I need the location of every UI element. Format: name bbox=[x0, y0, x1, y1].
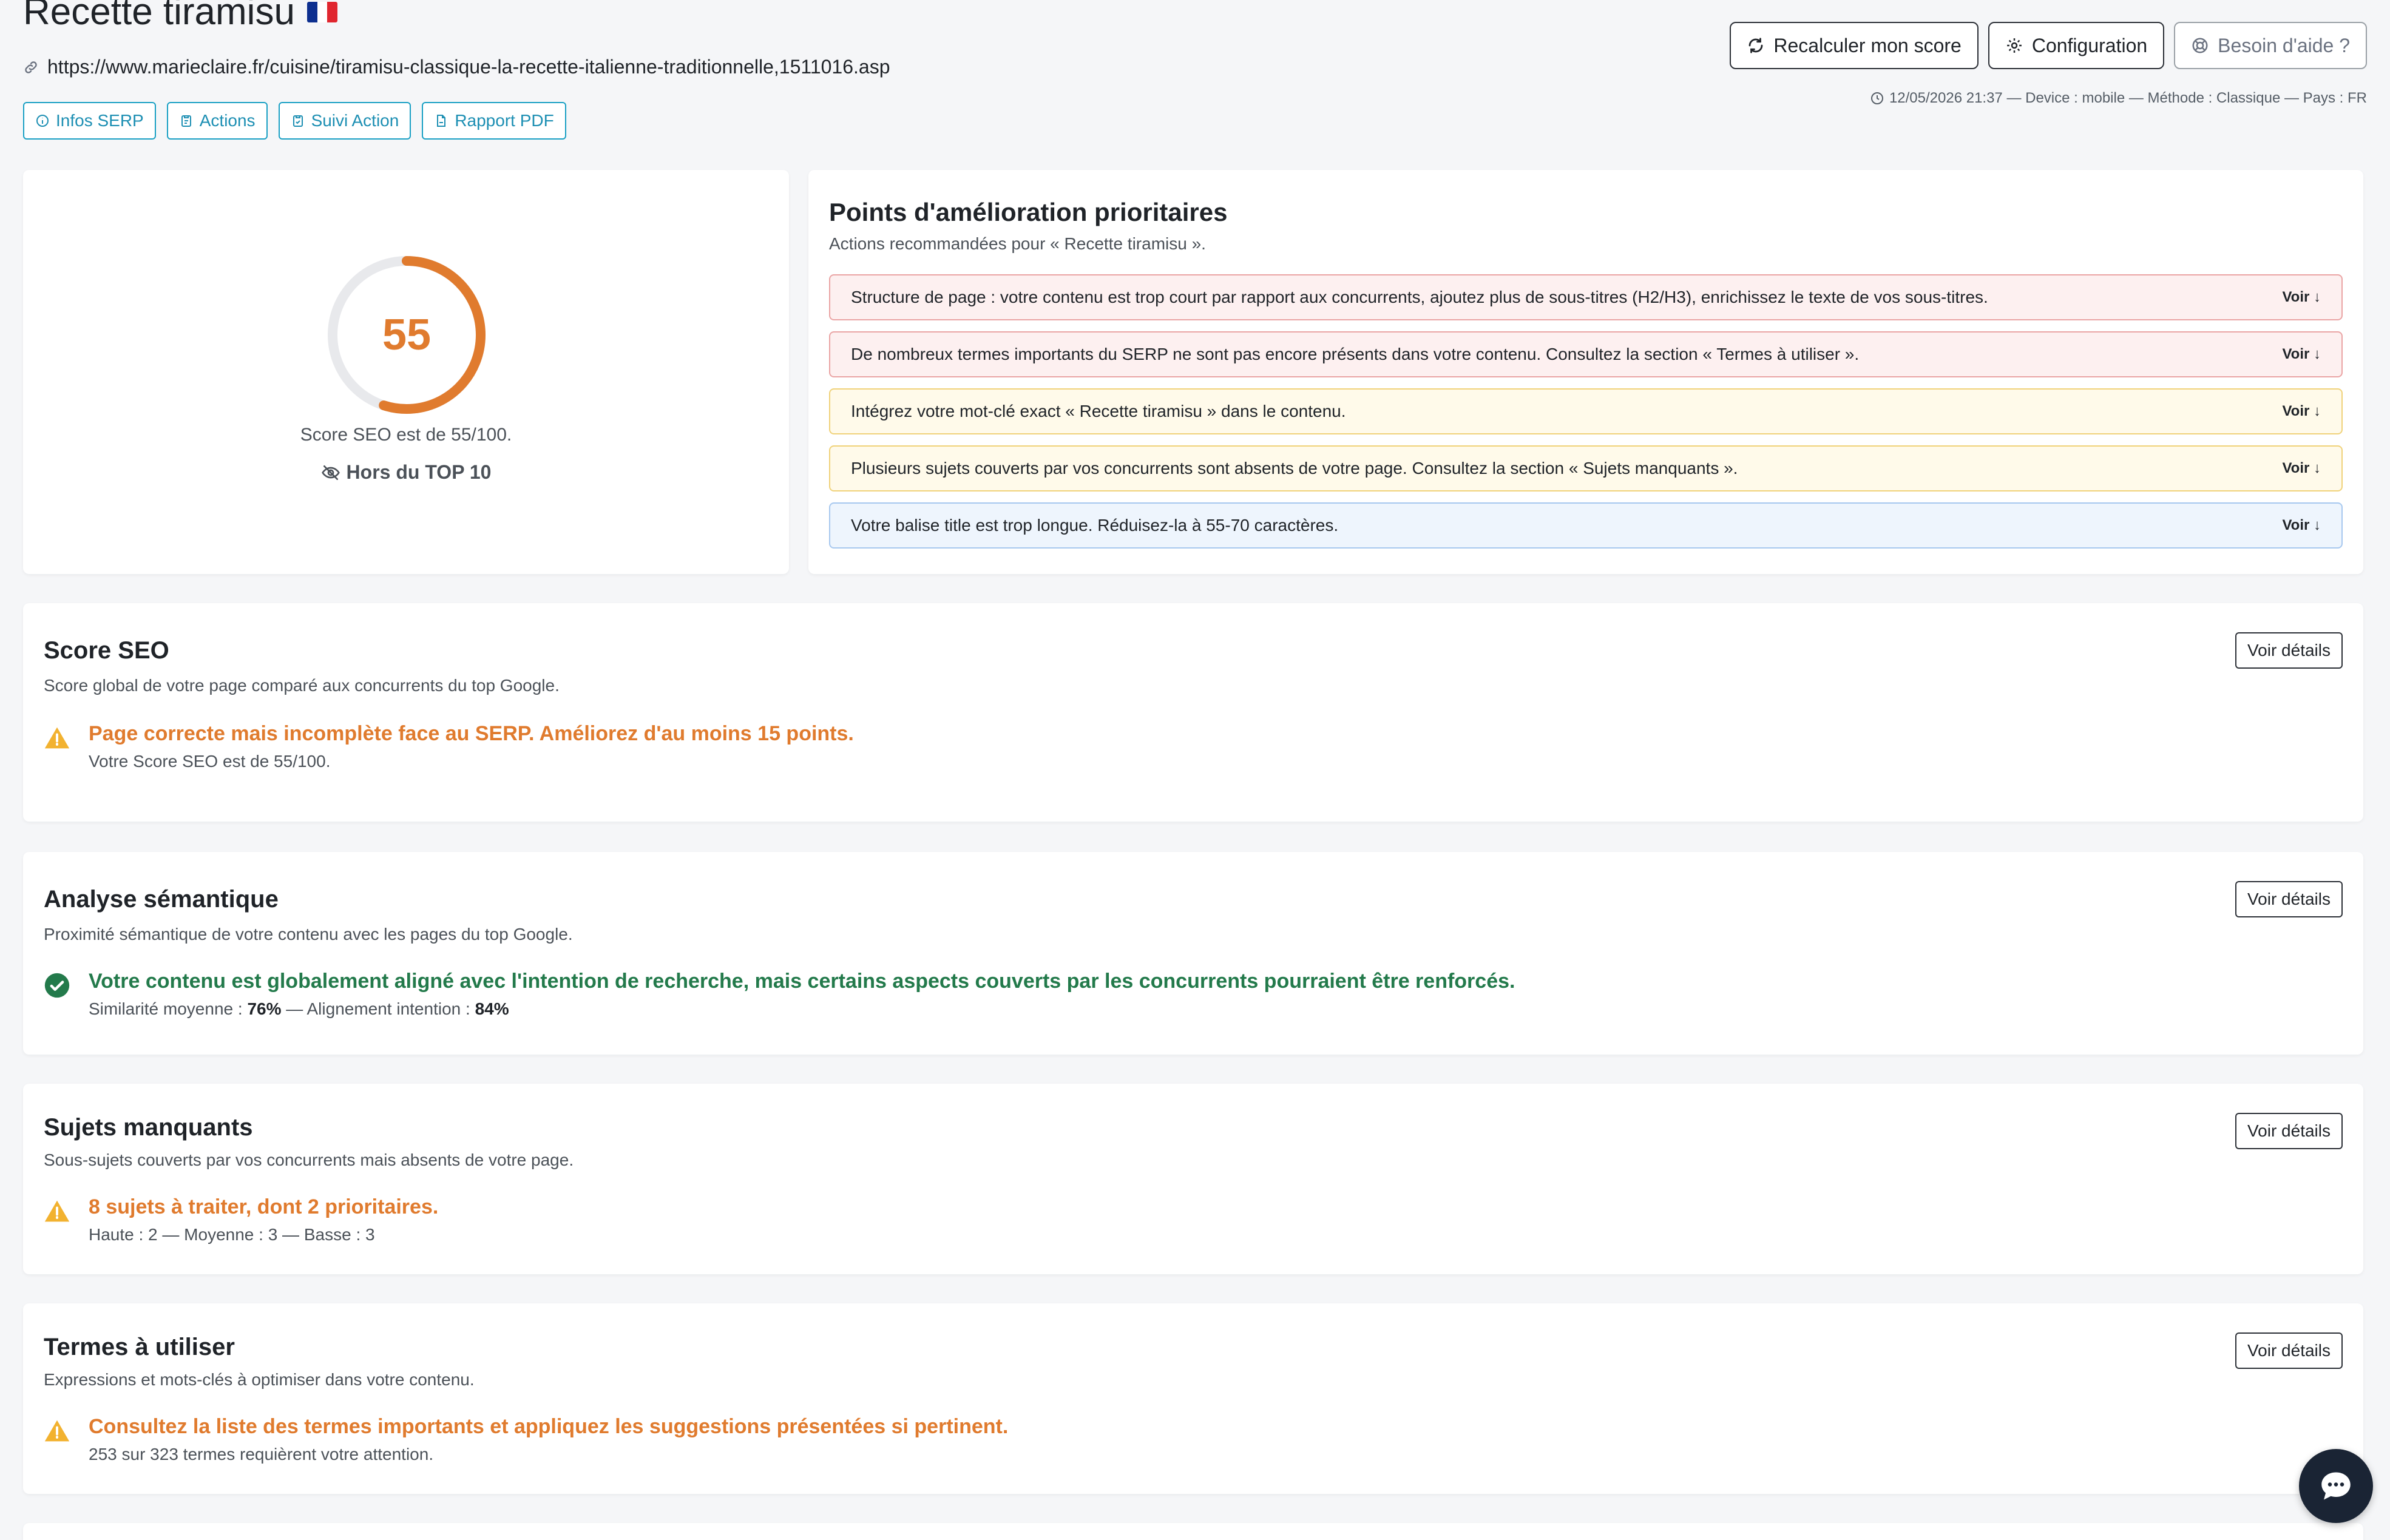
section-subtitle: Expressions et mots-clés à optimiser dan… bbox=[44, 1370, 475, 1389]
section-message: 8 sujets à traiter, dont 2 prioritaires.… bbox=[44, 1195, 438, 1244]
clipboard-check-icon bbox=[293, 115, 303, 127]
gear-icon bbox=[2006, 38, 2022, 53]
tab-actions[interactable]: Actions bbox=[166, 102, 268, 140]
configuration-button[interactable]: Configuration bbox=[1988, 22, 2165, 69]
score-text: Score SEO est de 55/100. bbox=[300, 425, 512, 445]
section-message-detail: Similarité moyenne : 76% — Alignement in… bbox=[89, 999, 509, 1018]
report-tabs: Infos SERP Actions Suivi Action Rapport … bbox=[23, 102, 566, 140]
section-message-detail: Haute : 2 — Moyenne : 3 — Basse : 3 bbox=[89, 1225, 375, 1244]
improvements-subtitle: Actions recommandées pour « Recette tira… bbox=[829, 234, 1206, 253]
improvement-item: Intégrez votre mot-clé exact « Recette t… bbox=[829, 388, 2343, 434]
check-circle-icon bbox=[44, 973, 70, 998]
france-flag-icon bbox=[306, 1, 337, 22]
tab-infos-serp[interactable]: Infos SERP bbox=[23, 102, 156, 140]
seo-report-page: Recette tiramisu https://www.marieclaire… bbox=[0, 0, 2390, 1540]
section-title: Termes à utiliser bbox=[44, 1334, 235, 1360]
page-title: Recette tiramisu bbox=[23, 0, 295, 33]
refresh-icon bbox=[1749, 38, 1763, 53]
section-title: Analyse sémantique bbox=[44, 886, 279, 913]
voir-details-button[interactable]: Voir détails bbox=[2235, 1113, 2343, 1149]
chat-icon bbox=[2321, 1472, 2351, 1500]
priority-improvements-card: Points d'amélioration prioritaires Actio… bbox=[808, 170, 2363, 574]
improvement-item: De nombreux termes importants du SERP ne… bbox=[829, 331, 2343, 377]
improvements-title: Points d'amélioration prioritaires bbox=[829, 198, 1228, 226]
clipboard-icon bbox=[181, 115, 191, 127]
section-message-text: Page correcte mais incomplète face au SE… bbox=[89, 722, 854, 745]
recalculate-score-button[interactable]: Recalculer mon score bbox=[1730, 22, 1979, 69]
section-message: Page correcte mais incomplète face au SE… bbox=[44, 722, 854, 771]
score-value: 55 bbox=[382, 311, 432, 359]
score-gauge: 55 bbox=[324, 252, 489, 417]
voir-button[interactable]: Voir ↓ bbox=[2282, 346, 2321, 363]
next-section-card bbox=[23, 1523, 2363, 1540]
help-button[interactable]: Besoin d'aide ? bbox=[2174, 22, 2367, 69]
voir-button[interactable]: Voir ↓ bbox=[2282, 403, 2321, 420]
voir-button[interactable]: Voir ↓ bbox=[2282, 289, 2321, 306]
alignment-value: 84% bbox=[475, 999, 509, 1018]
warning-icon bbox=[44, 1200, 70, 1222]
section-title: Score SEO bbox=[44, 637, 169, 664]
clock-icon bbox=[1870, 92, 1883, 104]
eye-off-icon bbox=[321, 465, 340, 480]
section-missing-topics: Sujets manquants Sous-sujets couverts pa… bbox=[23, 1084, 2363, 1274]
lifebuoy-icon bbox=[2192, 38, 2208, 53]
voir-button[interactable]: Voir ↓ bbox=[2282, 460, 2321, 477]
voir-details-button[interactable]: Voir détails bbox=[2235, 881, 2343, 917]
section-message-text: 8 sujets à traiter, dont 2 prioritaires. bbox=[89, 1195, 439, 1218]
warning-icon bbox=[44, 1420, 70, 1442]
section-message: Consultez la liste des termes importants… bbox=[44, 1415, 1008, 1464]
improvement-item: Structure de page : votre contenu est tr… bbox=[829, 274, 2343, 320]
similarity-value: 76% bbox=[247, 999, 282, 1018]
warning-icon bbox=[44, 727, 70, 749]
tab-rapport-pdf[interactable]: Rapport PDF bbox=[422, 102, 566, 140]
score-card: 55 Score SEO est de 55/100. Hors du TOP … bbox=[23, 170, 789, 574]
voir-button[interactable]: Voir ↓ bbox=[2282, 517, 2321, 534]
section-score-seo: Score SEO Score global de votre page com… bbox=[23, 603, 2363, 822]
chat-support-button[interactable] bbox=[2299, 1449, 2373, 1523]
section-terms-to-use: Termes à utiliser Expressions et mots-cl… bbox=[23, 1303, 2363, 1494]
section-title: Sujets manquants bbox=[44, 1114, 253, 1141]
section-subtitle: Score global de votre page comparé aux c… bbox=[44, 676, 560, 695]
section-message-detail: 253 sur 323 termes requièrent votre atte… bbox=[89, 1445, 434, 1464]
voir-details-button[interactable]: Voir détails bbox=[2235, 632, 2343, 669]
improvement-item: Votre balise title est trop longue. Rédu… bbox=[829, 502, 2343, 549]
improvements-list: Structure de page : votre contenu est tr… bbox=[829, 274, 2343, 549]
section-subtitle: Sous-sujets couverts par vos concurrents… bbox=[44, 1150, 574, 1169]
rank-status: Hors du TOP 10 bbox=[23, 461, 789, 484]
header-actions: Recalculer mon score Configuration Besoi… bbox=[1730, 22, 2367, 69]
section-message-text: Votre contenu est globalement aligné ave… bbox=[89, 970, 1515, 993]
analysis-meta: 12/05/2026 21:37 — Device : mobile — Mét… bbox=[1870, 90, 2367, 107]
section-semantic-analysis: Analyse sémantique Proximité sémantique … bbox=[23, 852, 2363, 1055]
page-url-row: https://www.marieclaire.fr/cuisine/tiram… bbox=[23, 56, 890, 78]
section-subtitle: Proximité sémantique de votre contenu av… bbox=[44, 925, 573, 944]
tab-suivi-action[interactable]: Suivi Action bbox=[278, 102, 411, 140]
page-title-row: Recette tiramisu bbox=[23, 0, 337, 33]
page-url-link[interactable]: https://www.marieclaire.fr/cuisine/tiram… bbox=[47, 56, 890, 78]
section-message-text: Consultez la liste des termes importants… bbox=[89, 1415, 1009, 1438]
voir-details-button[interactable]: Voir détails bbox=[2235, 1332, 2343, 1369]
section-message: Votre contenu est globalement aligné ave… bbox=[44, 970, 1515, 1019]
improvement-item: Plusieurs sujets couverts par vos concur… bbox=[829, 445, 2343, 491]
section-message-detail: Votre Score SEO est de 55/100. bbox=[89, 752, 331, 771]
pdf-file-icon bbox=[437, 115, 446, 127]
page-header: Recette tiramisu https://www.marieclaire… bbox=[23, 0, 2367, 164]
info-icon bbox=[36, 115, 49, 127]
link-icon bbox=[25, 61, 37, 73]
